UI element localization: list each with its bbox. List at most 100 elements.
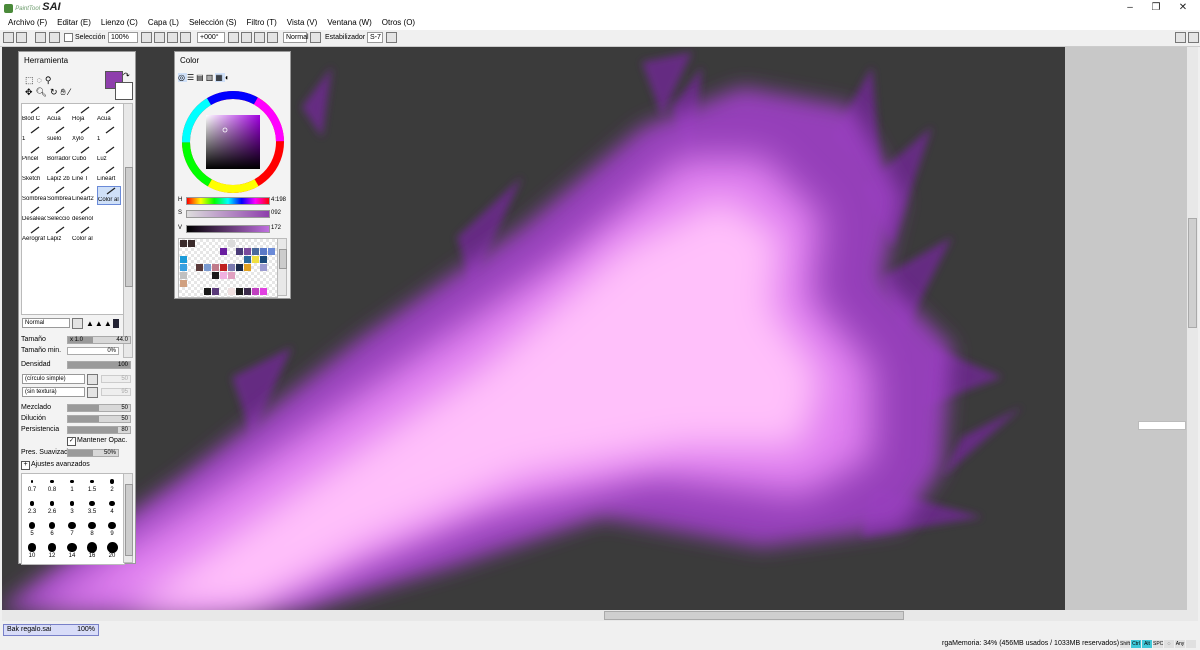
brush-size-preset[interactable]: 2.3 bbox=[22, 498, 42, 515]
brush-size-preset[interactable]: 10 bbox=[22, 542, 42, 559]
color-swatch[interactable] bbox=[212, 288, 219, 295]
smoothing-slider[interactable]: 50% bbox=[67, 449, 119, 457]
minimize-button[interactable]: – bbox=[1117, 0, 1143, 15]
color-swatch[interactable] bbox=[180, 256, 187, 263]
rotate-right-button[interactable] bbox=[241, 32, 252, 43]
color-swatch[interactable] bbox=[252, 288, 259, 295]
saturation-slider[interactable] bbox=[186, 210, 270, 218]
color-swatch[interactable] bbox=[220, 264, 227, 271]
tool-slot[interactable]: Acua bbox=[97, 106, 121, 125]
menu-edit[interactable]: Editar (E) bbox=[52, 15, 96, 30]
tool-slot[interactable]: Sombrea bbox=[47, 186, 71, 205]
brush-size-preset[interactable]: 7 bbox=[62, 520, 82, 537]
color-swatch[interactable] bbox=[180, 264, 187, 271]
tool-slot[interactable]: Hoja bbox=[72, 106, 96, 125]
tool-slot[interactable]: Pincel bbox=[22, 146, 46, 165]
min-size-slider[interactable]: 0% bbox=[67, 347, 119, 355]
magic-wand-icon[interactable]: ⚲ bbox=[45, 75, 55, 85]
color-swatch[interactable] bbox=[260, 256, 267, 263]
tool-slot[interactable]: Xylo bbox=[72, 126, 96, 145]
tool-slot[interactable]: Aerograf bbox=[22, 226, 46, 245]
color-wheel[interactable] bbox=[181, 90, 285, 194]
brush-size-preset[interactable]: 8 bbox=[82, 520, 102, 537]
tool-slot[interactable]: 1 bbox=[22, 126, 46, 145]
zoom-reset-button[interactable] bbox=[167, 32, 178, 43]
menu-view[interactable]: Vista (V) bbox=[282, 15, 323, 30]
redo-button[interactable] bbox=[16, 32, 27, 43]
color-swatch[interactable] bbox=[236, 248, 243, 255]
side-slider[interactable] bbox=[1138, 421, 1186, 430]
brush-size-preset[interactable]: 16 bbox=[82, 542, 102, 559]
brush-size-preset[interactable]: 3 bbox=[62, 498, 82, 515]
mixer-tab-icon[interactable]: ▥ bbox=[206, 73, 216, 82]
swatch-scrollbar[interactable] bbox=[277, 238, 287, 296]
tool-slot[interactable]: Color al bbox=[97, 186, 121, 205]
brush-size-preset[interactable]: 6 bbox=[42, 520, 62, 537]
menu-others[interactable]: Otros (O) bbox=[377, 15, 420, 30]
tool-slot[interactable]: Lineart bbox=[97, 166, 121, 185]
hand-icon[interactable]: ✋︎ bbox=[61, 87, 69, 97]
rgb-tab-icon[interactable]: ☰ bbox=[187, 73, 196, 82]
move-icon[interactable]: ✥ bbox=[25, 87, 36, 97]
zoom-out-button[interactable] bbox=[141, 32, 152, 43]
color-swatch[interactable] bbox=[244, 288, 251, 295]
zoom-in-button[interactable] bbox=[154, 32, 165, 43]
brush-size-preset[interactable]: 20 bbox=[102, 542, 122, 559]
swatch-scroll-thumb[interactable] bbox=[279, 249, 287, 269]
swap-colors-icon[interactable]: ↷ bbox=[123, 71, 130, 80]
color-swatch[interactable] bbox=[188, 240, 195, 247]
brush-size-preset[interactable]: 14 bbox=[62, 542, 82, 559]
color-swatch[interactable] bbox=[204, 264, 211, 271]
brush-size-preset[interactable]: 0.7 bbox=[22, 476, 42, 493]
color-wheel-tab-icon[interactable]: ◎ bbox=[178, 73, 187, 82]
color-swatch[interactable] bbox=[260, 248, 267, 255]
blend-mode-dropdown[interactable] bbox=[310, 32, 321, 43]
brush-texture-select[interactable]: (sin textura) bbox=[22, 387, 85, 397]
color-swatch[interactable] bbox=[252, 256, 259, 263]
color-swatch[interactable] bbox=[268, 248, 275, 255]
document-tab[interactable]: Bak regalo.sai 100% bbox=[3, 624, 99, 636]
color-swatch[interactable] bbox=[204, 288, 211, 295]
color-swatch[interactable] bbox=[260, 264, 267, 271]
invert-selection-button[interactable] bbox=[49, 32, 60, 43]
color-swatch[interactable] bbox=[196, 264, 203, 271]
persistence-slider[interactable]: 80 bbox=[67, 426, 131, 434]
horizontal-scrollbar[interactable] bbox=[2, 610, 1187, 621]
color-swatch[interactable] bbox=[212, 264, 219, 271]
tool-slot[interactable] bbox=[97, 206, 121, 225]
drawing-canvas[interactable] bbox=[2, 47, 1065, 610]
blend-mode-field[interactable]: Normal bbox=[283, 32, 309, 43]
tool-slot[interactable] bbox=[97, 226, 121, 245]
tool-slot[interactable]: Borrador bbox=[47, 146, 71, 165]
tool-slot[interactable]: Cubo bbox=[72, 146, 96, 165]
zoom-fit-button[interactable] bbox=[180, 32, 191, 43]
brush-shape-select[interactable]: (círculo simple) bbox=[22, 374, 85, 384]
selection-checkbox[interactable] bbox=[64, 33, 73, 42]
brush-size-preset[interactable]: 4 bbox=[102, 498, 122, 515]
panel-toggle-button[interactable] bbox=[1175, 32, 1186, 43]
brush-size-preset[interactable]: 9 bbox=[102, 520, 122, 537]
vertical-scroll-thumb[interactable] bbox=[1188, 218, 1197, 328]
tool-grid-scroll-thumb[interactable] bbox=[125, 167, 133, 287]
tool-slot[interactable]: Lapiz 2b bbox=[47, 166, 71, 185]
tool-slot[interactable]: Sombrea bbox=[22, 186, 46, 205]
brush-shape-strength[interactable]: 50 bbox=[101, 375, 131, 383]
tool-slot[interactable]: 1 bbox=[97, 126, 121, 145]
tool-slot[interactable]: Lapiz bbox=[47, 226, 71, 245]
brush-size-preset[interactable]: 5 bbox=[22, 520, 42, 537]
tool-grid-scrollbar[interactable] bbox=[123, 103, 133, 358]
brush-blend-mode[interactable]: Normal bbox=[22, 318, 70, 328]
hsv-tab-icon[interactable]: ▤ bbox=[196, 73, 206, 82]
flip-button[interactable] bbox=[267, 32, 278, 43]
brush-size-scroll-thumb[interactable] bbox=[125, 484, 133, 556]
panel-toggle-button-2[interactable] bbox=[1188, 32, 1199, 43]
eyedropper-icon[interactable]: ⁄ bbox=[69, 87, 74, 97]
color-swatch[interactable] bbox=[228, 288, 235, 295]
menu-selection[interactable]: Selección (S) bbox=[184, 15, 242, 30]
tool-slot[interactable]: Acua bbox=[47, 106, 71, 125]
color-swatch[interactable] bbox=[244, 264, 251, 271]
color-swatch[interactable] bbox=[236, 288, 243, 295]
hue-slider[interactable] bbox=[186, 197, 270, 205]
zoom-field[interactable]: 100% bbox=[108, 32, 138, 43]
color-swatch[interactable] bbox=[244, 248, 251, 255]
